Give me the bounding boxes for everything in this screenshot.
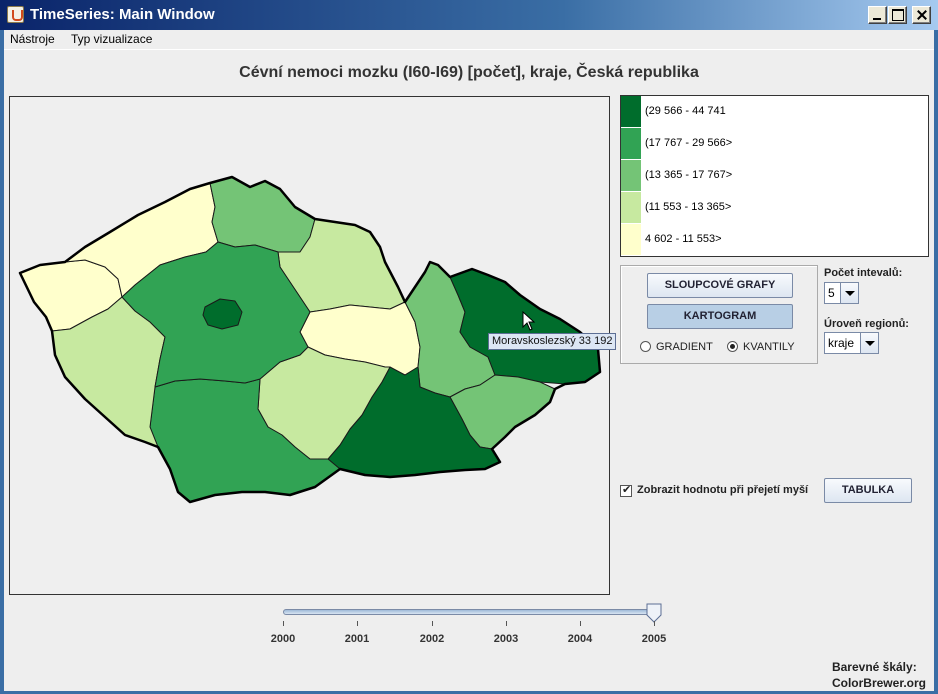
cartogram-button[interactable]: KARTOGRAM [647,304,793,329]
legend-item: (29 566 - 44 741 [621,96,928,128]
year-label: 2003 [493,633,519,645]
table-button[interactable]: TABULKA [824,478,912,503]
window-border-right [934,30,938,694]
year-label: 2005 [641,633,667,645]
region-level-combo[interactable]: kraje [824,332,879,354]
region-level-label: Úroveň regionů: [824,318,909,330]
bar-charts-button[interactable]: SLOUPCOVÉ GRAFY [647,273,793,298]
color-scheme-credit: Barevné škály: ColorBrewer.org [832,659,926,691]
legend-label: (13 365 - 17 767> [645,169,733,181]
credit-line-2: ColorBrewer.org [831,676,926,690]
chevron-down-icon[interactable] [840,283,858,303]
window-border-left [0,30,4,694]
menu-nastroje[interactable]: Nástroje [10,32,55,46]
gradient-radio[interactable] [640,341,651,352]
legend-label: (17 767 - 29 566> [645,137,733,149]
legend-label: 4 602 - 11 553> [645,233,722,245]
legend-item: 4 602 - 11 553> [621,224,928,256]
minimize-button[interactable] [868,6,887,24]
intervals-label: Počet intevalů: [824,267,903,279]
mouse-pointer-icon [522,311,536,331]
region-level-value: kraje [828,336,855,350]
title-bar[interactable]: TimeSeries: Main Window [0,0,938,30]
legend-swatch [621,192,641,223]
year-tick [506,621,507,626]
legend-panel: (29 566 - 44 741 (17 767 - 29 566> (13 3… [620,95,929,257]
year-tick [432,621,433,626]
year-label: 2000 [270,633,296,645]
year-tick [357,621,358,626]
legend-swatch [621,160,641,191]
quantiles-radio[interactable] [727,341,738,352]
region-liberecky[interactable] [209,176,316,253]
legend-label: (29 566 - 44 741 [645,105,726,117]
legend-label: (11 553 - 13 365> [645,201,732,213]
legend-swatch [621,224,641,255]
region-tooltip: Moravskoslezský 33 192 [488,333,617,350]
close-button[interactable] [912,6,931,24]
show-value-checkbox[interactable] [620,483,632,497]
legend-swatch [621,128,641,159]
legend-item: (17 767 - 29 566> [621,128,928,160]
credit-line-1: Barevné škály: [831,660,917,674]
maximize-button[interactable] [888,6,907,24]
menu-typ-vizualizace[interactable]: Typ vizualizace [71,32,152,46]
year-slider-track[interactable] [283,609,658,615]
legend-swatch [621,96,641,127]
gradient-radio-label[interactable]: GRADIENT [656,341,713,353]
chevron-down-icon[interactable] [860,333,878,353]
year-slider-thumb[interactable] [646,603,662,623]
legend-item: (13 365 - 17 767> [621,160,928,192]
intervals-combo[interactable]: 5 [824,282,859,304]
year-tick [283,621,284,626]
window-title: TimeSeries: Main Window [30,6,215,23]
year-label: 2004 [567,633,593,645]
year-tick [580,621,581,626]
map-title: Cévní nemoci mozku (I60-I69) [počet], kr… [239,64,699,81]
java-app-icon [7,6,24,23]
intervals-value: 5 [828,286,835,300]
menu-bar: Nástroje Typ vizualizace [0,30,938,50]
visualization-controls: SLOUPCOVÉ GRAFY KARTOGRAM GRADIENT KVANT… [620,265,818,364]
quantiles-radio-label[interactable]: KVANTILY [743,341,795,353]
year-label: 2001 [344,633,370,645]
year-tick [654,621,655,626]
year-label: 2002 [419,633,445,645]
show-value-label[interactable]: Zobrazit hodnotu při přejetí myší [637,484,808,496]
legend-item: (11 553 - 13 365> [621,192,928,224]
